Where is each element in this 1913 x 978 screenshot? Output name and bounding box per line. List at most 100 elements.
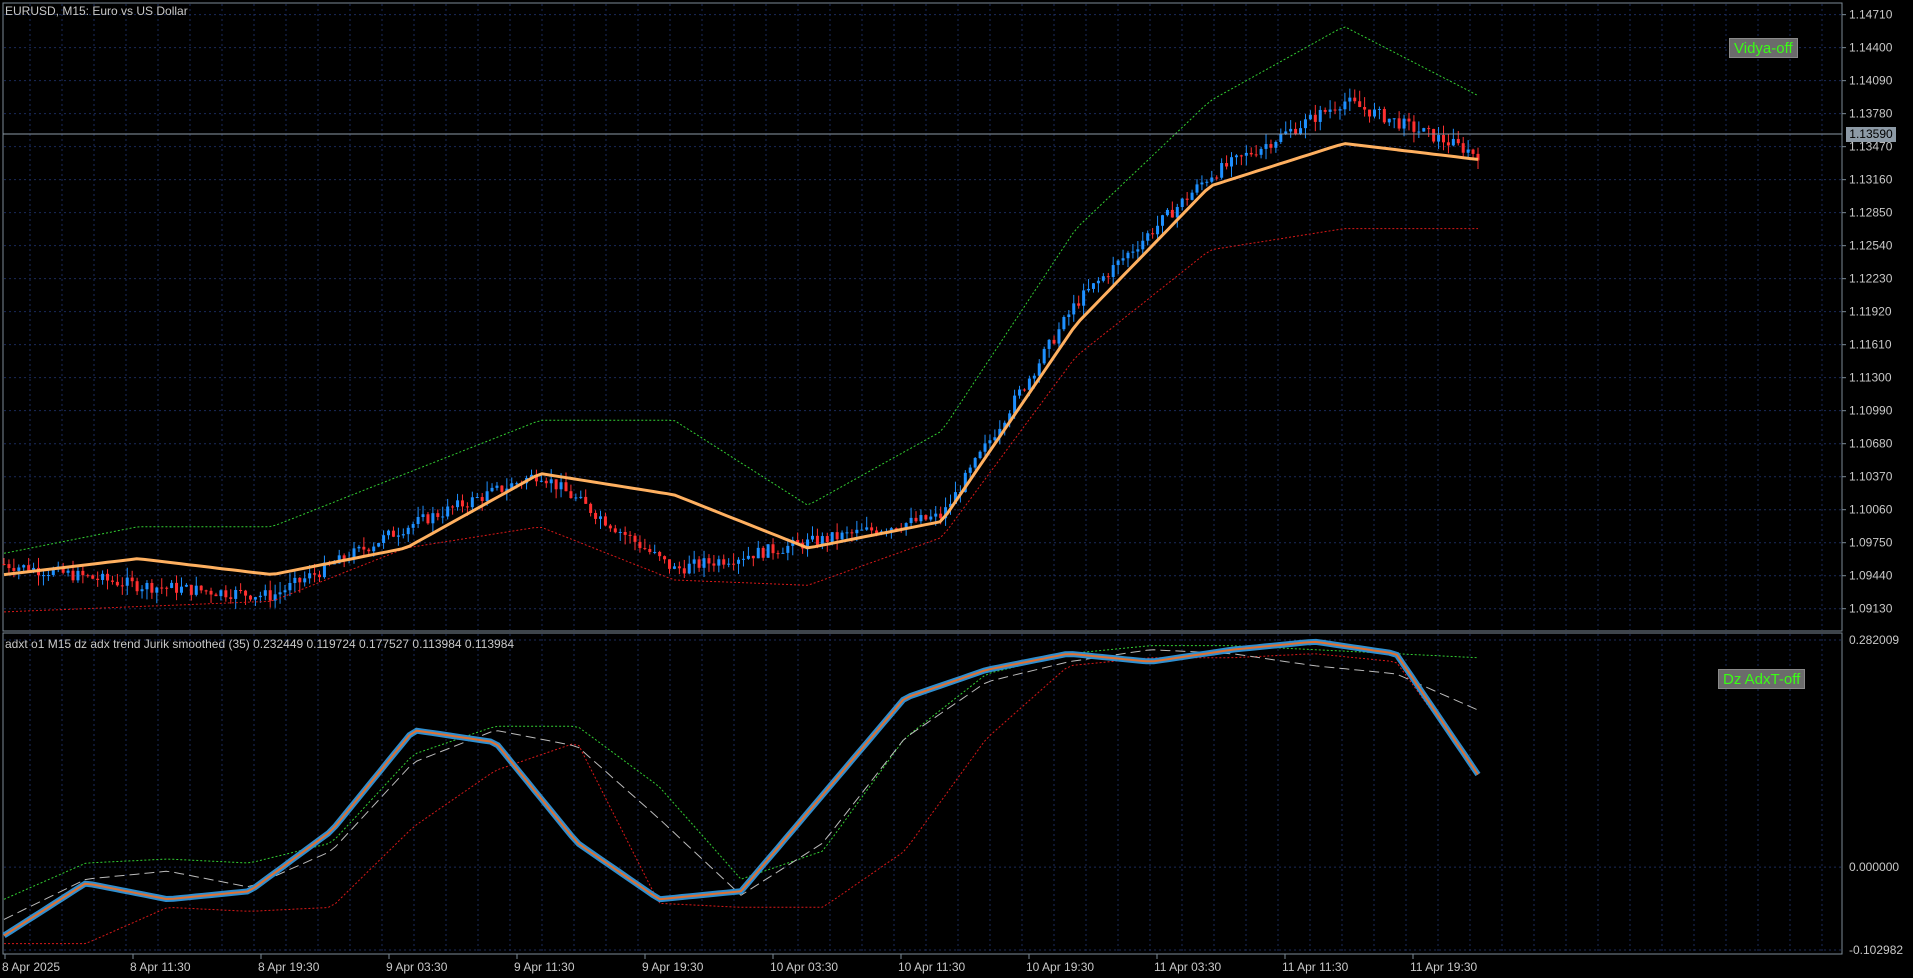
candle-body [485, 491, 489, 502]
vidya-toggle-button[interactable]: Vidya-off [1729, 38, 1798, 58]
price-label: 1.12850 [1849, 206, 1893, 220]
price-label: 1.12230 [1849, 272, 1893, 286]
candle-body [396, 535, 400, 537]
candle-body [194, 585, 198, 595]
chart-canvas[interactable]: 1.147101.144001.140901.137801.134701.131… [0, 0, 1913, 978]
candle-body [263, 590, 267, 596]
price-label: 1.11300 [1849, 371, 1892, 385]
candle-body [234, 589, 238, 599]
candle-body [1225, 163, 1229, 167]
candle-body [825, 536, 829, 543]
price-label: 1.10990 [1849, 404, 1893, 418]
candle-body [860, 529, 864, 531]
candle-body [456, 500, 460, 508]
candle-body [855, 529, 859, 534]
candle-body [1141, 240, 1145, 250]
adx-toggle-button[interactable]: Dz AdxT-off [1718, 669, 1806, 689]
candle-body [1200, 182, 1204, 185]
candle-body [160, 587, 164, 589]
candle-body [603, 516, 607, 526]
candle-body [71, 570, 75, 581]
candle-body [426, 514, 430, 524]
candle-body [1437, 134, 1441, 142]
candle-body [746, 555, 750, 559]
candle-body [978, 451, 982, 459]
candle-body [771, 544, 775, 554]
candle-body [1052, 339, 1056, 344]
candle-body [1116, 260, 1120, 266]
candle-body [1363, 106, 1367, 110]
candle-body [1165, 209, 1169, 216]
candle-body [1417, 131, 1421, 133]
candle-body [973, 458, 977, 468]
candle-body [446, 506, 450, 517]
candle-body [460, 500, 464, 507]
candle-body [1387, 118, 1391, 123]
candle-body [372, 546, 376, 552]
candle-body [663, 556, 667, 560]
candle-body [1343, 101, 1347, 110]
candle-body [1062, 317, 1066, 330]
candle-body [677, 566, 681, 569]
time-label: 11 Apr 03:30 [1154, 960, 1221, 974]
candle-body [101, 573, 105, 580]
candle-body [229, 597, 233, 599]
candle-body [717, 559, 721, 566]
candle-body [253, 597, 257, 600]
candle-body [1244, 152, 1248, 156]
candle-body [1441, 134, 1445, 143]
candle-body [248, 595, 252, 600]
candle-body [1392, 118, 1396, 120]
candle-body [712, 563, 716, 566]
candle-body [7, 564, 11, 569]
candle-body [120, 585, 124, 587]
candle-body [1461, 143, 1465, 153]
candle-body [589, 503, 593, 513]
candle-body [1072, 303, 1076, 315]
time-label: 8 Apr 2025 [2, 960, 60, 974]
candle-body [732, 563, 736, 565]
candle-body [1353, 97, 1357, 102]
candle-body [781, 552, 785, 554]
candle-body [727, 563, 731, 565]
candle-body [1190, 192, 1194, 200]
candle-body [1106, 276, 1110, 278]
candle-body [1328, 109, 1332, 112]
candle-body [1234, 155, 1238, 158]
candle-body [490, 487, 494, 492]
candle-body [1087, 288, 1091, 291]
candle-body [648, 548, 652, 553]
candle-body [391, 530, 395, 537]
time-label: 9 Apr 19:30 [642, 960, 704, 974]
candle-body [278, 592, 282, 595]
time-label: 10 Apr 03:30 [770, 960, 838, 974]
candle-body [199, 585, 203, 591]
candle-body [1259, 148, 1263, 155]
sub-level-label: 0.282009 [1849, 633, 1899, 647]
candle-body [594, 512, 598, 519]
candle-body [258, 595, 262, 598]
candle-body [1313, 114, 1317, 122]
candle-body [145, 582, 149, 590]
candle-body [924, 515, 928, 520]
candle-body [170, 582, 174, 588]
candle-body [988, 440, 992, 444]
sub-chart-title: adxt o1 M15 dz adx trend Jurik smoothed … [5, 637, 515, 651]
candle-body [1323, 109, 1327, 112]
price-label: 1.09750 [1849, 536, 1893, 550]
candle-body [707, 558, 711, 564]
candle-body [377, 543, 381, 547]
candle-body [1082, 290, 1086, 306]
candle-body [1022, 389, 1026, 391]
candle-body [1422, 128, 1426, 132]
candle-body [761, 547, 765, 558]
candle-body [968, 467, 972, 473]
candle-body [224, 590, 228, 598]
candle-body [106, 573, 110, 581]
candle-body [682, 568, 686, 574]
candle-body [1348, 97, 1352, 102]
candle-body [1160, 215, 1164, 226]
candle-body [1032, 375, 1036, 379]
price-label: 1.10370 [1849, 470, 1893, 484]
candle-body [1279, 134, 1283, 142]
